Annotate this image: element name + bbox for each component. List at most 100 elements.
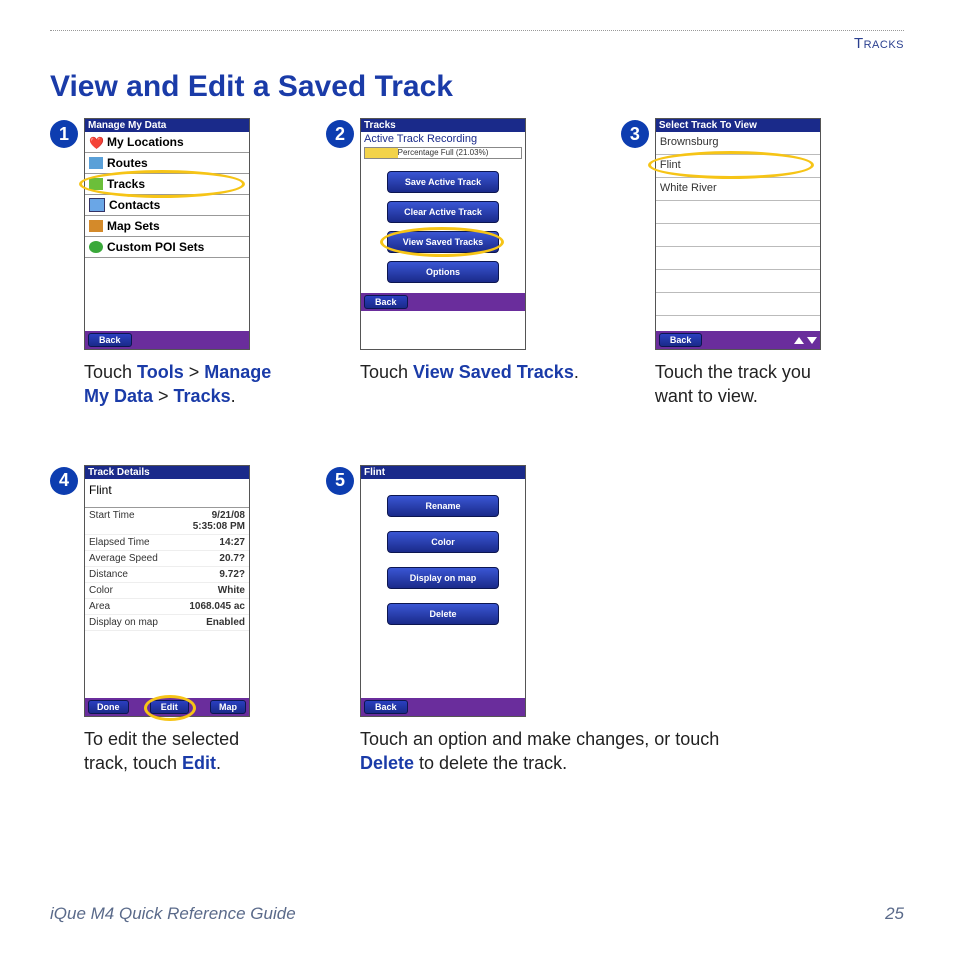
detail-label: Elapsed Time xyxy=(89,537,150,548)
screen-title: Manage My Data xyxy=(85,119,249,132)
display-on-map-button[interactable]: Display on map xyxy=(387,567,499,589)
step-4: 4 Track Details Flint Start Time9/21/08 … xyxy=(50,465,284,776)
rename-button[interactable]: Rename xyxy=(387,495,499,517)
detail-value: White xyxy=(218,585,245,596)
step-3: 3 Select Track To View Brownsburg Flint … xyxy=(621,118,825,409)
screen-title: Flint xyxy=(361,466,525,479)
step-2-caption: Touch View Saved Tracks. xyxy=(360,360,579,384)
item-label: Map Sets xyxy=(107,219,160,233)
edit-button[interactable]: Edit xyxy=(150,700,189,714)
screen-footer: Done Edit Map xyxy=(85,698,249,716)
caption-text: Touch xyxy=(360,362,413,382)
list-item[interactable]: Routes xyxy=(85,153,249,174)
map-button[interactable]: Map xyxy=(210,700,246,714)
detail-value: 20.7? xyxy=(219,553,245,564)
detail-value: 9.72? xyxy=(219,569,245,580)
list-item[interactable]: Map Sets xyxy=(85,216,249,237)
caption-link: Tools xyxy=(137,362,184,382)
detail-row: Color White xyxy=(85,583,249,599)
caption-text: . xyxy=(574,362,579,382)
save-active-track-button[interactable]: Save Active Track xyxy=(387,171,499,193)
step-1: 1 Manage My Data ❤️My Locations Routes T… xyxy=(50,118,284,409)
item-label: Custom POI Sets xyxy=(107,240,204,254)
screen-track-details: Track Details Flint Start Time9/21/08 5:… xyxy=(84,465,250,717)
track-item-empty xyxy=(656,247,820,270)
track-item-empty xyxy=(656,270,820,293)
detail-row: Average Speed 20.7? xyxy=(85,551,249,567)
step-number-5: 5 xyxy=(326,467,354,495)
page-number: 25 xyxy=(885,904,904,924)
contacts-icon xyxy=(89,198,105,212)
subtitle: Active Track Recording xyxy=(361,132,525,146)
track-item[interactable]: White River xyxy=(656,178,820,201)
screen-footer: Back xyxy=(656,331,820,349)
poi-icon xyxy=(89,241,103,253)
screen-footer: Back xyxy=(85,331,249,349)
section-header: Tracks xyxy=(50,35,904,52)
step-number-3: 3 xyxy=(621,120,649,148)
screen-select-track: Select Track To View Brownsburg Flint Wh… xyxy=(655,118,821,350)
step-number-1: 1 xyxy=(50,120,78,148)
caption-text: . xyxy=(216,753,221,773)
track-name: Flint xyxy=(660,159,681,171)
caption-text: to delete the track. xyxy=(414,753,567,773)
back-button[interactable]: Back xyxy=(364,295,408,309)
clear-active-track-button[interactable]: Clear Active Track xyxy=(387,201,499,223)
step-5: 5 Flint Rename Color Display on map Dele… xyxy=(326,465,740,776)
screen-title: Track Details xyxy=(85,466,249,479)
caption-link: Delete xyxy=(360,753,414,773)
list-item[interactable]: Tracks xyxy=(85,174,249,195)
item-label: My Locations xyxy=(107,135,184,149)
caption-link: View Saved Tracks xyxy=(413,362,574,382)
screen-footer: Back xyxy=(361,293,525,311)
percentage-label: Percentage Full (21.03%) xyxy=(398,148,489,157)
track-item-empty xyxy=(656,293,820,316)
detail-row: Elapsed Time 14:27 xyxy=(85,535,249,551)
step-5-caption: Touch an option and make changes, or tou… xyxy=(360,727,740,776)
step-3-caption: Touch the track you want to view. xyxy=(655,360,825,409)
list-item[interactable]: ❤️My Locations xyxy=(85,132,249,153)
detail-row: Start Time9/21/08 5:35:08 PM xyxy=(85,508,249,535)
delete-button[interactable]: Delete xyxy=(387,603,499,625)
color-button[interactable]: Color xyxy=(387,531,499,553)
scroll-arrows[interactable] xyxy=(794,337,817,344)
track-item-empty xyxy=(656,224,820,247)
arrow-up-icon xyxy=(794,337,804,344)
done-button[interactable]: Done xyxy=(88,700,129,714)
tracks-icon xyxy=(89,178,103,190)
percentage-fill xyxy=(365,148,398,158)
caption-text: Touch xyxy=(84,362,137,382)
options-button[interactable]: Options xyxy=(387,261,499,283)
page-footer: iQue M4 Quick Reference Guide 25 xyxy=(50,904,904,924)
percentage-bar: Percentage Full (21.03%) xyxy=(364,147,522,159)
list-item[interactable]: Custom POI Sets xyxy=(85,237,249,258)
step-number-4: 4 xyxy=(50,467,78,495)
track-item-empty xyxy=(656,201,820,224)
highlight-ring-icon xyxy=(79,170,245,198)
detail-value: 14:27 xyxy=(219,537,245,548)
guide-name: iQue M4 Quick Reference Guide xyxy=(50,904,296,924)
detail-label: Start Time xyxy=(89,510,135,532)
step-4-caption: To edit the selected track, touch Edit. xyxy=(84,727,284,776)
detail-label: Average Speed xyxy=(89,553,158,564)
step-2: 2 Tracks Active Track Recording Percenta… xyxy=(326,118,579,384)
step-1-caption: Touch Tools > Manage My Data > Tracks. xyxy=(84,360,284,409)
screen-title: Select Track To View xyxy=(656,119,820,132)
track-name-field[interactable]: Flint xyxy=(85,479,249,508)
caption-text: > xyxy=(153,386,174,406)
header-divider xyxy=(50,30,904,31)
detail-label: Color xyxy=(89,585,113,596)
screen-edit-track: Flint Rename Color Display on map Delete… xyxy=(360,465,526,717)
view-saved-tracks-button[interactable]: View Saved Tracks xyxy=(387,231,499,253)
track-item[interactable]: Brownsburg xyxy=(656,132,820,155)
caption-text: . xyxy=(231,386,236,406)
back-button[interactable]: Back xyxy=(364,700,408,714)
page-title: View and Edit a Saved Track xyxy=(50,70,904,104)
list-item[interactable]: Contacts xyxy=(85,195,249,216)
track-item[interactable]: Flint xyxy=(656,155,820,178)
back-button[interactable]: Back xyxy=(659,333,703,347)
back-button[interactable]: Back xyxy=(88,333,132,347)
detail-row: Display on mapEnabled xyxy=(85,615,249,631)
arrow-down-icon xyxy=(807,337,817,344)
screen-title: Tracks xyxy=(361,119,525,132)
